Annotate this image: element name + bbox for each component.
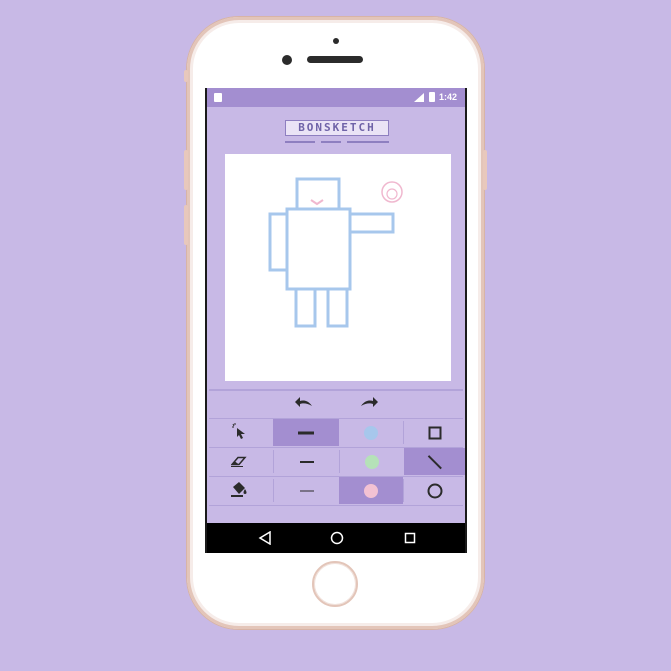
home-button[interactable]	[312, 561, 358, 607]
back-triangle-icon[interactable]	[258, 530, 272, 549]
stroke-medium-icon	[299, 460, 314, 463]
square-shape-icon	[428, 426, 441, 439]
blue-swatch-icon	[364, 425, 378, 440]
pointer-sparkle-icon	[231, 422, 247, 443]
robot-smile	[310, 199, 324, 206]
eraser-icon	[230, 452, 247, 471]
tool-select-button[interactable]	[207, 419, 271, 446]
stroke-medium-button[interactable]	[274, 448, 339, 475]
recents-square-icon[interactable]	[403, 530, 417, 549]
earpiece-speaker	[307, 56, 363, 63]
status-time: 1:42	[439, 92, 458, 102]
android-nav-bar	[207, 523, 465, 553]
logo-underline	[285, 140, 389, 146]
shape-circle-button[interactable]	[404, 477, 465, 504]
status-bar: 1:42	[207, 88, 465, 107]
pink-swatch-icon	[364, 483, 378, 498]
side-button-silent	[184, 70, 188, 82]
tool-row-1	[207, 419, 465, 446]
app-screen: 1:42 BONSKETCH	[205, 88, 467, 553]
green-swatch-icon	[364, 454, 379, 469]
battery-icon	[429, 92, 435, 102]
doodle-circle-inner	[386, 188, 398, 200]
circle-shape-icon	[427, 483, 442, 498]
signal-icon	[414, 93, 424, 102]
shape-square-button[interactable]	[404, 419, 465, 446]
stroke-thin-icon	[299, 490, 314, 491]
color-green-button[interactable]	[340, 448, 403, 475]
home-circle-icon[interactable]	[330, 530, 344, 549]
stroke-thick-icon	[298, 431, 314, 434]
robot-right-arm	[350, 212, 395, 234]
robot-body	[285, 207, 352, 291]
notification-icon	[214, 93, 222, 102]
shape-line-button[interactable]	[404, 448, 465, 475]
sketch-drawing	[268, 177, 403, 328]
side-button-volume-up	[184, 150, 188, 190]
robot-left-arm	[268, 212, 289, 272]
color-pink-button[interactable]	[339, 477, 403, 504]
robot-right-leg	[326, 287, 349, 328]
paint-bucket-icon	[231, 481, 247, 501]
stroke-thin-button[interactable]	[274, 477, 339, 504]
color-blue-button[interactable]	[339, 419, 403, 446]
tool-eraser-button[interactable]	[207, 448, 271, 475]
robot-left-leg	[294, 287, 317, 328]
line-shape-icon	[427, 454, 442, 469]
side-button-power	[483, 150, 487, 190]
tool-row-3	[207, 477, 465, 504]
tool-fill-button[interactable]	[207, 477, 271, 504]
app-logo: BONSKETCH	[285, 120, 389, 136]
front-camera-icon	[282, 55, 292, 65]
side-button-volume-down	[184, 205, 188, 245]
drawing-canvas[interactable]	[225, 154, 451, 381]
redo-arrow-icon[interactable]	[360, 396, 378, 412]
canvas-divider	[209, 389, 463, 391]
proximity-sensor	[333, 38, 339, 44]
tool-row-2	[207, 448, 465, 475]
stroke-thick-button[interactable]	[273, 419, 339, 446]
undo-arrow-icon[interactable]	[295, 396, 313, 412]
